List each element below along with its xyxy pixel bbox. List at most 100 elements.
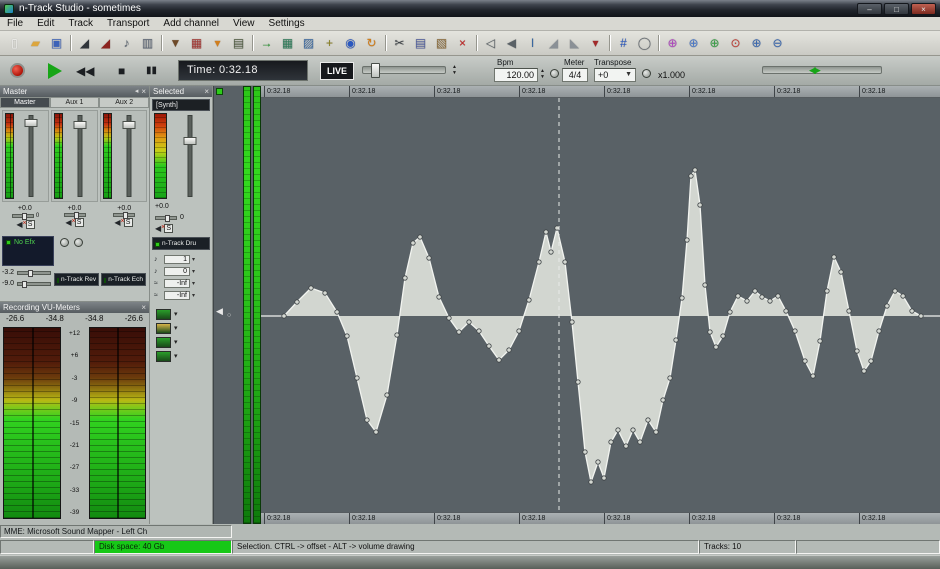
- copy-icon[interactable]: ▤: [411, 34, 430, 52]
- envelope-point[interactable]: [877, 329, 881, 333]
- envelope-point[interactable]: [693, 168, 697, 172]
- strip-mute-speaker-icon[interactable]: ◀×: [155, 225, 161, 233]
- envelope-point[interactable]: [811, 374, 815, 378]
- envelope-point[interactable]: [885, 304, 889, 308]
- master-fader-track[interactable]: [16, 113, 46, 199]
- envelope-point[interactable]: [323, 291, 327, 295]
- envelope-point[interactable]: [768, 299, 772, 303]
- envelope-point[interactable]: [385, 393, 389, 397]
- grid-snap-icon[interactable]: #: [614, 34, 633, 52]
- envelope-point[interactable]: [395, 333, 399, 337]
- envelope-point[interactable]: [818, 339, 822, 343]
- funnel-icon[interactable]: ▾: [208, 34, 227, 52]
- envelope-point[interactable]: [784, 309, 788, 313]
- effect-slot-reverb[interactable]: n-Track Rev: [54, 273, 99, 286]
- strip-fader-thumb[interactable]: [183, 137, 196, 145]
- close-icon[interactable]: ×: [141, 303, 146, 312]
- master-knob-icon[interactable]: [60, 238, 69, 247]
- insert-silence-icon[interactable]: I: [523, 34, 542, 52]
- microphone-icon[interactable]: ♪: [117, 34, 136, 52]
- envelope-point[interactable]: [295, 300, 299, 304]
- loop-icon[interactable]: ◯: [635, 34, 654, 52]
- close-button[interactable]: ×: [911, 3, 936, 15]
- envelope-point[interactable]: [832, 255, 836, 259]
- playback-volume-icon[interactable]: ◢: [75, 34, 94, 52]
- envelope-point[interactable]: [437, 295, 441, 299]
- rewind-button[interactable]: ◀◀: [76, 63, 94, 79]
- aux-knob-icon[interactable]: [74, 238, 83, 247]
- param-value[interactable]: 0: [164, 267, 190, 276]
- envelope-point[interactable]: [753, 289, 757, 293]
- param-spinner[interactable]: ▾: [192, 280, 195, 287]
- timeline-view-icon[interactable]: ▨: [299, 34, 318, 52]
- zoom-level-icon[interactable]: ⊕: [705, 34, 724, 52]
- track-type-icon[interactable]: [156, 309, 171, 320]
- cut-icon[interactable]: ✂: [390, 34, 409, 52]
- meter-field[interactable]: 4/4: [562, 68, 588, 82]
- mute-speaker-icon[interactable]: ◀×: [16, 221, 22, 229]
- grab-tool-icon[interactable]: +: [320, 34, 339, 52]
- effects-icon[interactable]: ▦: [187, 34, 206, 52]
- no-efx-box[interactable]: No Efx: [2, 236, 54, 266]
- timeline-ruler-bottom[interactable]: 0:32.180:32.180:32.180:32.180:32.180:32.…: [261, 512, 940, 524]
- chevron-down-icon[interactable]: ▾: [174, 310, 178, 318]
- envelope-point[interactable]: [507, 348, 511, 352]
- envelope-point[interactable]: [602, 476, 606, 480]
- menu-add-channel[interactable]: Add channel: [156, 17, 226, 30]
- strip-pan-slider[interactable]: [155, 216, 177, 220]
- menu-edit[interactable]: Edit: [30, 17, 61, 30]
- envelope-point[interactable]: [714, 345, 718, 349]
- menu-file[interactable]: File: [0, 17, 30, 30]
- envelope-point[interactable]: [721, 334, 725, 338]
- delete-icon[interactable]: ×: [453, 34, 472, 52]
- aux1-fader-thumb[interactable]: [74, 121, 87, 129]
- tab-aux1[interactable]: Aux 1: [50, 97, 100, 108]
- speed-slider-thumb[interactable]: ◀▶: [809, 65, 819, 76]
- tab-master[interactable]: Master: [0, 97, 50, 108]
- envelope-point[interactable]: [467, 320, 471, 324]
- aux1-mute-speaker-icon[interactable]: ◀×: [65, 219, 71, 227]
- envelope-point[interactable]: [680, 296, 684, 300]
- envelope-point[interactable]: [549, 250, 553, 254]
- envelope-point[interactable]: [309, 286, 313, 290]
- envelope-point[interactable]: [282, 314, 286, 318]
- volume-dropdown-icon[interactable]: ▾: [586, 34, 605, 52]
- envelope-point[interactable]: [825, 289, 829, 293]
- aux1-solo-button[interactable]: S: [75, 218, 84, 227]
- tuner-icon[interactable]: [642, 69, 651, 78]
- envelope-point[interactable]: [736, 294, 740, 298]
- envelope-point[interactable]: [517, 329, 521, 333]
- mute-region-icon[interactable]: ◁: [481, 34, 500, 52]
- menu-track[interactable]: Track: [61, 17, 100, 30]
- chevron-down-icon[interactable]: ▾: [174, 324, 178, 332]
- envelope-point[interactable]: [703, 283, 707, 287]
- master-fader-thumb[interactable]: [25, 119, 38, 127]
- envelope-point[interactable]: [855, 349, 859, 353]
- envelope-point[interactable]: [638, 440, 642, 444]
- envelope-point[interactable]: [563, 260, 567, 264]
- envelope-point[interactable]: [374, 430, 378, 434]
- aux1-send-slider[interactable]: [17, 271, 51, 275]
- envelope-point[interactable]: [893, 289, 897, 293]
- stop-button[interactable]: ■: [118, 63, 125, 79]
- strip-effect-slot[interactable]: n-Track Dru: [152, 237, 210, 250]
- close-icon[interactable]: ×: [141, 87, 146, 96]
- web-icon[interactable]: ◉: [341, 34, 360, 52]
- play-button[interactable]: [48, 63, 62, 79]
- envelope-point[interactable]: [803, 359, 807, 363]
- param-value[interactable]: -Inf: [164, 291, 190, 300]
- fade-out-icon[interactable]: ◣: [565, 34, 584, 52]
- mixdown-icon[interactable]: ▼: [166, 34, 185, 52]
- param-spinner[interactable]: ▾: [192, 292, 195, 299]
- envelope-point[interactable]: [596, 460, 600, 464]
- envelope-node-icon[interactable]: ○: [227, 312, 231, 319]
- menu-transport[interactable]: Transport: [100, 17, 156, 30]
- mixer-view-icon[interactable]: ▦: [278, 34, 297, 52]
- envelope-point[interactable]: [847, 309, 851, 313]
- timeline-ruler-top[interactable]: 0:32.180:32.180:32.180:32.180:32.180:32.…: [261, 86, 940, 98]
- envelope-point[interactable]: [418, 235, 422, 239]
- envelope-point[interactable]: [411, 241, 415, 245]
- mixer-small-icon[interactable]: [156, 337, 171, 348]
- envelope-point[interactable]: [661, 398, 665, 402]
- envelope-point[interactable]: [616, 428, 620, 432]
